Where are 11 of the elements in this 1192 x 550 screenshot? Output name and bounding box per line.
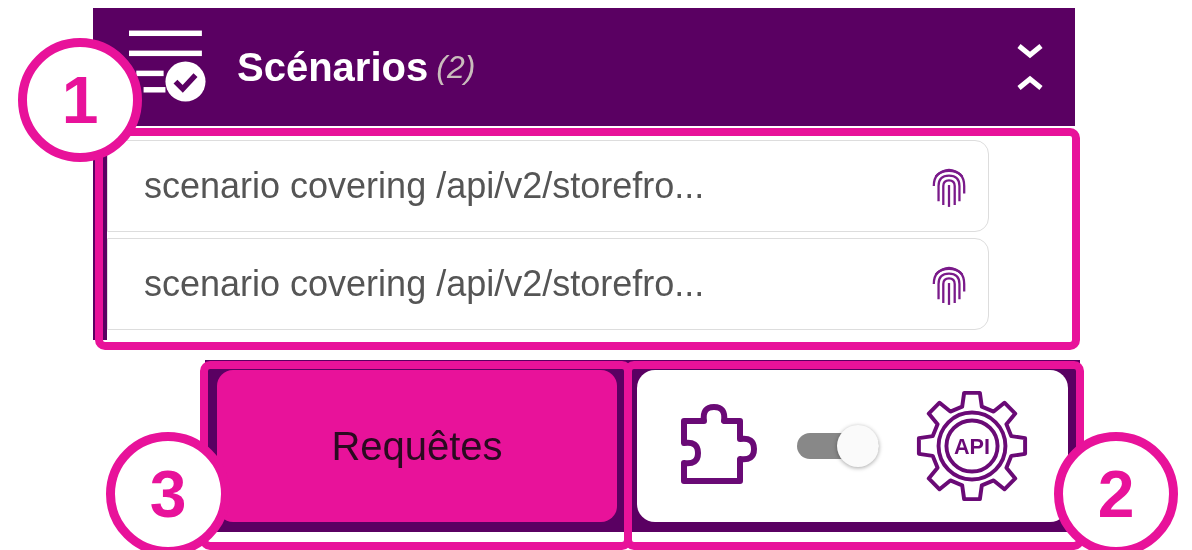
scenario-count: (2) xyxy=(436,48,476,86)
callout-number: 2 xyxy=(1054,432,1178,550)
collapse-icon[interactable] xyxy=(1015,42,1045,92)
scenario-label: scenario covering /api/v2/storefro... xyxy=(144,263,705,305)
scenario-item[interactable]: scenario covering /api/v2/storefro... xyxy=(107,140,989,232)
scenario-label: scenario covering /api/v2/storefro... xyxy=(144,165,705,207)
panel-title: Scénarios xyxy=(237,44,429,90)
requests-button[interactable]: Requêtes xyxy=(217,370,617,522)
callout-number: 1 xyxy=(18,38,142,162)
mode-toggle[interactable] xyxy=(797,424,880,468)
scenario-item[interactable]: scenario covering /api/v2/storefro... xyxy=(107,238,989,330)
